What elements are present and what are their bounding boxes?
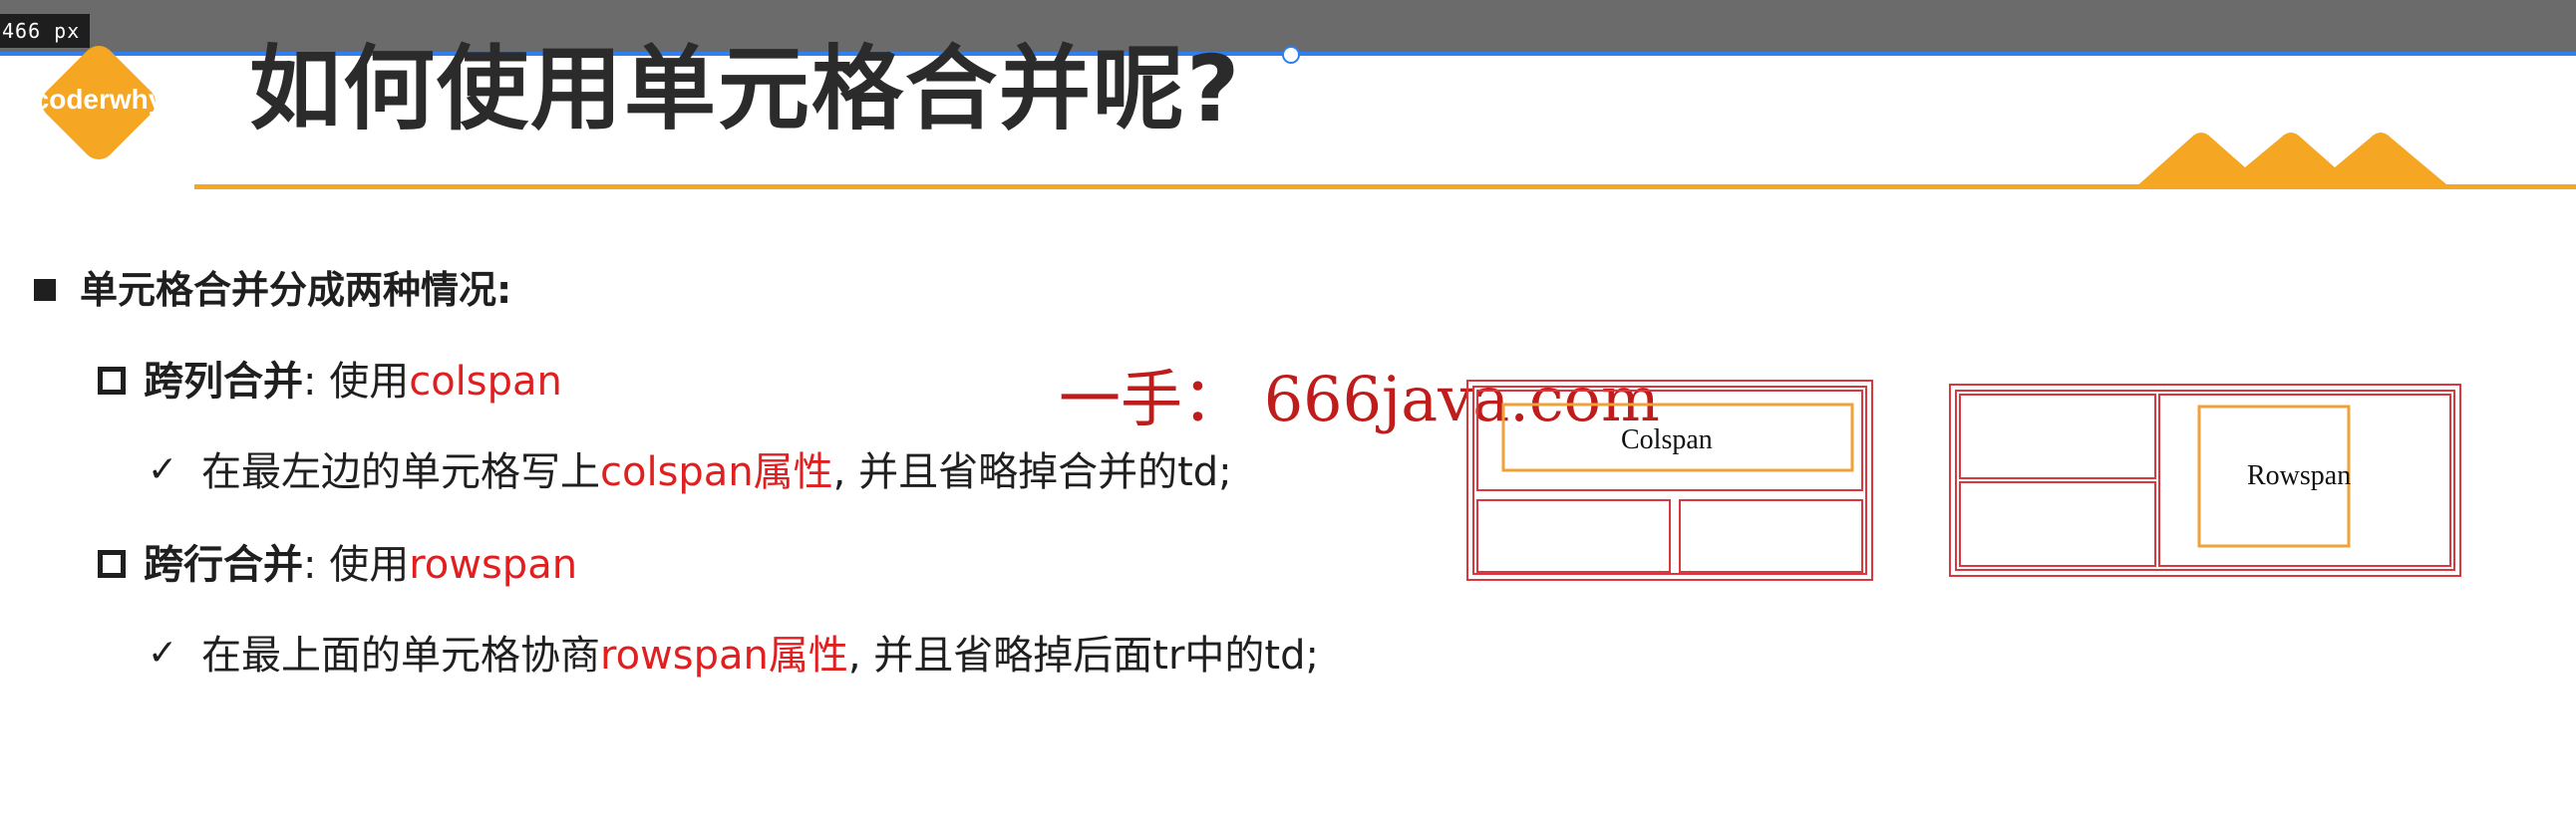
hollow-square-icon bbox=[98, 550, 126, 578]
colspan-detail-post: , 并且省略掉合并的td; bbox=[832, 449, 1232, 495]
slide-title: 如何使用单元格合并呢? bbox=[249, 36, 1242, 142]
colspan-sep: : 使用 bbox=[303, 359, 410, 405]
rowspan-label: 跨行合并 bbox=[144, 542, 303, 588]
coderwhy-logo: coderwhy bbox=[24, 28, 173, 177]
colspan-diagram-label: Colspan bbox=[1621, 424, 1713, 455]
rowspan-keyword: rowspan bbox=[409, 542, 578, 588]
hollow-square-icon bbox=[98, 367, 126, 395]
bullet-square-icon bbox=[34, 279, 56, 301]
rowspan-heading: 跨行合并: 使用rowspan bbox=[144, 545, 577, 585]
colspan-label: 跨列合并 bbox=[144, 359, 303, 405]
rowspan-detail: 在最上面的单元格协商rowspan属性, 并且省略掉后面tr中的td; bbox=[201, 636, 1319, 676]
rowspan-sep: : 使用 bbox=[303, 542, 410, 588]
colspan-keyword: colspan bbox=[409, 359, 562, 405]
check-icon: ✓ bbox=[148, 633, 178, 674]
check-icon: ✓ bbox=[148, 449, 178, 490]
colspan-diagram: Colspan bbox=[1465, 379, 1874, 584]
mountain-decoration-icon bbox=[2133, 133, 2452, 189]
selection-handle[interactable] bbox=[1282, 46, 1300, 64]
colspan-detail-keyword: colspan属性 bbox=[600, 449, 833, 495]
colspan-detail: 在最左边的单元格写上colspan属性, 并且省略掉合并的td; bbox=[201, 452, 1232, 492]
rowspan-diagram: Rowspan bbox=[1948, 383, 2462, 578]
rowspan-detail-keyword: rowspan属性 bbox=[600, 633, 848, 679]
rowspan-diagram-label: Rowspan bbox=[2247, 460, 2352, 491]
colspan-heading: 跨列合并: 使用colspan bbox=[144, 362, 562, 402]
logo-text: coderwhy bbox=[33, 84, 164, 115]
rowspan-detail-pre: 在最上面的单元格协商 bbox=[201, 633, 600, 679]
main-bullet-text: 单元格合并分成两种情况: bbox=[80, 268, 512, 312]
colspan-detail-pre: 在最左边的单元格写上 bbox=[201, 449, 600, 495]
rowspan-detail-post: , 并且省略掉后面tr中的td; bbox=[847, 633, 1319, 679]
title-divider bbox=[194, 184, 2576, 189]
